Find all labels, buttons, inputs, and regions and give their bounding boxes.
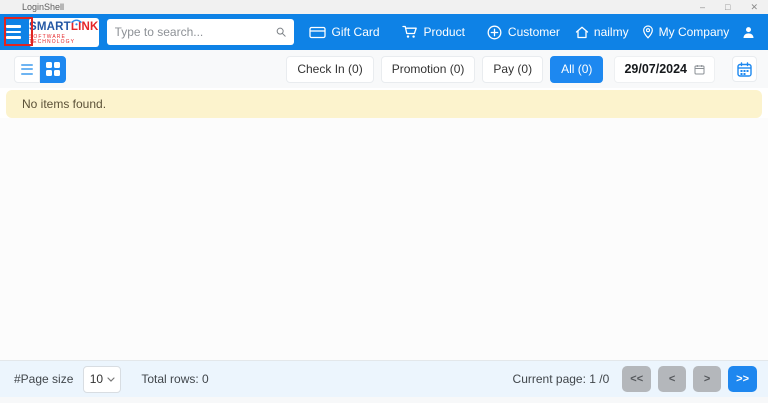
gift-card-icon — [309, 26, 326, 39]
gift-card-label: Gift Card — [332, 25, 380, 39]
home-icon — [575, 26, 589, 39]
total-rows-label: Total rows: 0 — [141, 372, 208, 386]
customer-label: Customer — [508, 25, 560, 39]
minimize-button[interactable]: – — [700, 0, 705, 14]
customer-button[interactable]: Customer — [480, 19, 567, 45]
grid-view-button[interactable] — [40, 56, 66, 83]
company-label: My Company — [659, 25, 730, 39]
search-input[interactable] — [115, 25, 270, 39]
gift-card-button[interactable]: Gift Card — [302, 19, 387, 45]
logo-subtitle: SOFTWARE TECHNOLOGY — [29, 35, 99, 45]
pagination-last-button[interactable]: >> — [728, 366, 757, 392]
cart-icon — [402, 25, 418, 39]
product-label: Product — [424, 25, 465, 39]
page-size-label: #Page size — [14, 372, 73, 386]
close-button[interactable]: ✕ — [750, 0, 758, 14]
maximize-button[interactable]: □ — [725, 0, 730, 14]
tab-all[interactable]: All (0) — [550, 56, 603, 83]
pagination-first-button[interactable]: << — [622, 366, 651, 392]
calendar-button[interactable] — [732, 56, 757, 82]
list-view-icon — [21, 64, 33, 66]
date-value: 29/07/2024 — [624, 62, 687, 76]
search-box — [107, 19, 294, 45]
content-area — [0, 118, 768, 360]
hamburger-icon — [6, 25, 21, 28]
menu-button[interactable] — [6, 19, 21, 45]
app-header: SMARTLINK SOFTWARE TECHNOLOGY Gift Card … — [0, 14, 768, 50]
filter-tabs: Check In (0) Promotion (0) Pay (0) All (… — [286, 56, 757, 83]
grid-view-icon — [46, 62, 52, 68]
view-toggle — [14, 56, 66, 83]
tab-promotion[interactable]: Promotion (0) — [381, 56, 476, 83]
page-size-value: 10 — [90, 372, 103, 386]
logo-text: SMARTLINK — [29, 22, 99, 34]
pagination-prev-button[interactable]: < — [658, 366, 686, 392]
calendar-small-icon — [694, 64, 705, 75]
person-icon — [742, 26, 755, 39]
current-page-label: Current page: 1 /0 — [513, 372, 610, 386]
location-pin-icon — [642, 25, 654, 39]
list-view-button[interactable] — [14, 56, 40, 83]
page-size-select[interactable]: 10 — [83, 366, 121, 393]
calendar-icon — [737, 62, 752, 77]
toolbar: Check In (0) Promotion (0) Pay (0) All (… — [0, 50, 768, 88]
search-icon — [276, 26, 286, 38]
bottom-strip — [0, 397, 768, 403]
home-label: nailmy — [594, 25, 629, 39]
tab-pay[interactable]: Pay (0) — [482, 56, 543, 83]
home-chip[interactable]: nailmy — [575, 25, 629, 39]
date-field[interactable]: 29/07/2024 — [614, 56, 715, 83]
window-title: LoginShell — [0, 2, 64, 12]
chevron-down-icon — [107, 377, 115, 382]
no-items-alert: No items found. — [6, 90, 762, 118]
product-button[interactable]: Product — [395, 19, 472, 45]
alert-message: No items found. — [22, 97, 106, 111]
company-chip[interactable]: My Company — [642, 25, 730, 39]
pagination-next-button[interactable]: > — [693, 366, 721, 392]
user-button[interactable] — [742, 26, 755, 39]
wifi-icon — [71, 19, 82, 26]
plus-circle-icon — [487, 25, 502, 40]
window-titlebar: LoginShell – □ ✕ — [0, 0, 768, 14]
smartlink-logo: SMARTLINK SOFTWARE TECHNOLOGY — [29, 18, 99, 47]
pagination-footer: #Page size 10 Total rows: 0 Current page… — [0, 360, 768, 397]
tab-check-in[interactable]: Check In (0) — [286, 56, 373, 83]
